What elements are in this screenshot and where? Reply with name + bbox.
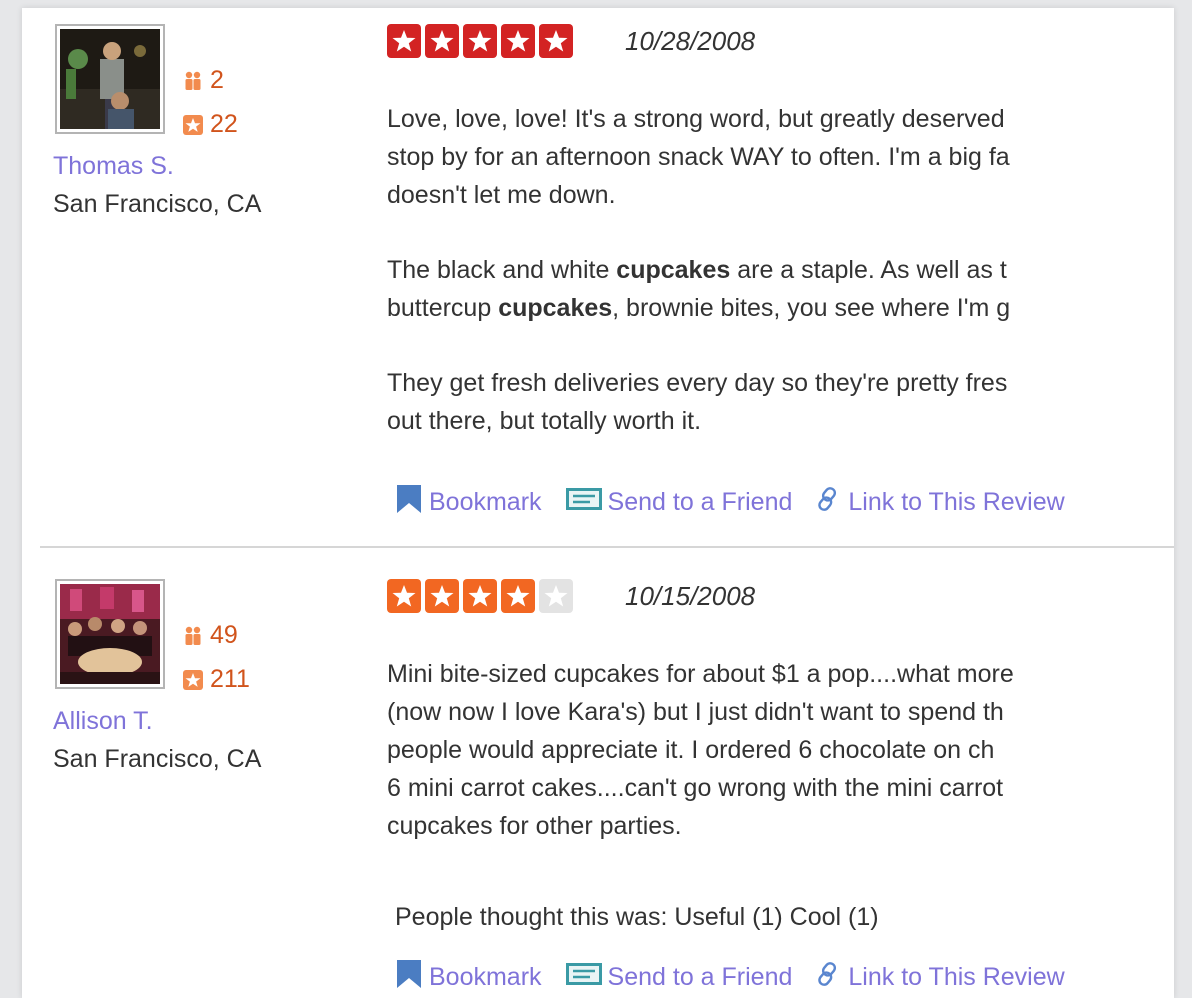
star-icon: [501, 579, 535, 613]
useful-votes: People thought this was: Useful (1) Cool…: [395, 903, 879, 931]
review-text-segment: doesn't let me down.: [387, 181, 616, 209]
bookmark-icon: [395, 959, 423, 996]
user-name-link[interactable]: Thomas S.: [53, 152, 174, 181]
send-to-friend-button[interactable]: Send to a Friend: [565, 963, 793, 992]
star-icon: [501, 24, 535, 58]
star-icon: [539, 579, 573, 613]
friend-count: 49: [182, 621, 238, 650]
review-text-segment: buttercup: [387, 294, 499, 322]
highlighted-keyword: cupcakes: [616, 256, 731, 284]
review-count-icon: [182, 114, 204, 136]
review-text: Love, love, love! It's a strong word, bu…: [387, 100, 1174, 477]
avatar[interactable]: [55, 24, 165, 134]
review-count-icon: [182, 669, 204, 691]
review-text-segment: are a staple. As well as t: [730, 256, 1007, 284]
star-icon: [387, 24, 421, 58]
link-to-review-label: Link to This Review: [848, 488, 1065, 516]
review-text-segment: out there, but totally worth it.: [387, 407, 702, 435]
friends-icon: [182, 70, 204, 92]
reviews-panel: 2 22 Thomas S. San Francisco, CA 10/28/2…: [22, 8, 1174, 998]
send-to-friend-button[interactable]: Send to a Friend: [565, 488, 793, 517]
review-text-segment: Love, love, love! It's a strong word, bu…: [387, 105, 1005, 133]
review-count: 22: [182, 110, 238, 139]
user-location: San Francisco, CA: [53, 190, 262, 218]
star-icon: [463, 24, 497, 58]
review-text-segment: They get fresh deliveries every day so t…: [387, 369, 1008, 397]
review-text: Mini bite-sized cupcakes for about $1 a …: [387, 655, 1174, 882]
friends-icon: [182, 625, 204, 647]
review-text-segment: 6 mini carrot cakes....can't go wrong wi…: [387, 774, 1004, 802]
review-count-value: 211: [210, 665, 250, 693]
link-icon: [816, 961, 842, 994]
review-date: 10/15/2008: [625, 581, 756, 611]
bookmark-label: Bookmark: [429, 488, 542, 516]
review-text-segment: Mini bite-sized cupcakes for about $1 a …: [387, 660, 1014, 688]
bookmark-label: Bookmark: [429, 963, 542, 991]
review-date: 10/28/2008: [625, 26, 756, 56]
avatar[interactable]: [55, 579, 165, 689]
star-rating: [387, 579, 577, 613]
link-to-review-button[interactable]: Link to This Review: [816, 486, 1065, 519]
review-paragraph: The black and white cupcakes are a stapl…: [387, 251, 1174, 327]
star-icon: [425, 579, 459, 613]
link-to-review-label: Link to This Review: [848, 963, 1065, 991]
user-name-link[interactable]: Allison T.: [53, 707, 153, 736]
review-divider: [40, 546, 1174, 548]
review-text-segment: cupcakes for other parties.: [387, 812, 682, 840]
review-text-segment: stop by for an afternoon snack WAY to of…: [387, 143, 1010, 171]
user-location: San Francisco, CA: [53, 745, 262, 773]
send-to-friend-label: Send to a Friend: [607, 488, 793, 516]
star-icon: [425, 24, 459, 58]
bookmark-button[interactable]: Bookmark: [395, 484, 542, 521]
star-icon: [387, 579, 421, 613]
friend-count: 2: [182, 66, 224, 95]
review-text-segment: , brownie bites, you see where I'm g: [612, 294, 1011, 322]
review-actions: Bookmark Send to a Friend Link to This R…: [395, 484, 1089, 521]
star-rating: [387, 24, 577, 58]
friend-count-value: 2: [210, 66, 224, 94]
link-icon: [816, 486, 842, 519]
review-paragraph: Mini bite-sized cupcakes for about $1 a …: [387, 655, 1174, 845]
review-text-segment: (now now I love Kara's) but I just didn'…: [387, 698, 1004, 726]
star-icon: [539, 24, 573, 58]
star-icon: [463, 579, 497, 613]
friend-count-value: 49: [210, 621, 238, 649]
envelope-icon: [565, 488, 602, 517]
highlighted-keyword: cupcakes: [498, 294, 613, 322]
review-count-value: 22: [210, 110, 238, 138]
review-count: 211: [182, 665, 250, 694]
review-paragraph: They get fresh deliveries every day so t…: [387, 364, 1174, 440]
review-paragraph: Love, love, love! It's a strong word, bu…: [387, 100, 1174, 214]
bookmark-button[interactable]: Bookmark: [395, 959, 542, 996]
review-actions: Bookmark Send to a Friend Link to This R…: [395, 959, 1089, 996]
review-text-segment: The black and white: [387, 256, 617, 284]
bookmark-icon: [395, 484, 423, 521]
review-text-segment: people would appreciate it. I ordered 6 …: [387, 736, 995, 764]
send-to-friend-label: Send to a Friend: [607, 963, 793, 991]
envelope-icon: [565, 963, 602, 992]
link-to-review-button[interactable]: Link to This Review: [816, 961, 1065, 994]
